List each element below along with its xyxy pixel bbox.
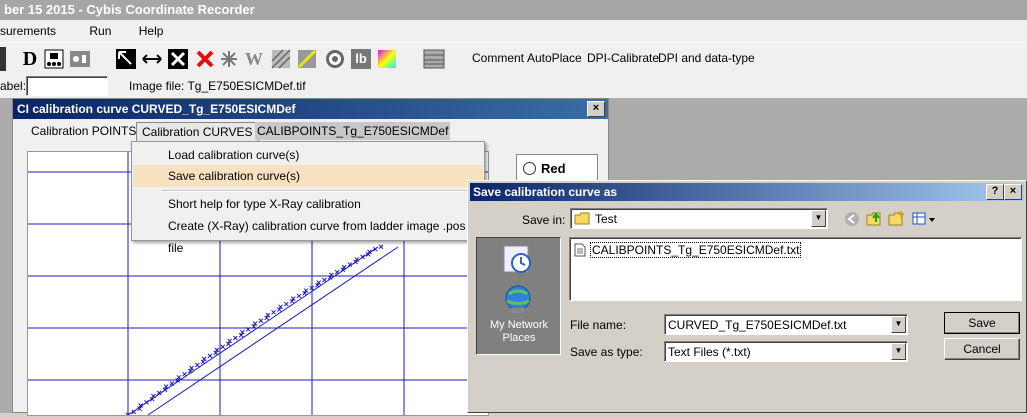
menu-separator: [162, 190, 480, 192]
main-title-text: ber 15 2015 - Cybis Coordinate Recorder: [4, 2, 255, 17]
new-folder-icon[interactable]: [888, 210, 906, 230]
hatch-tool-icon[interactable]: [270, 47, 292, 71]
lb-label: lb: [351, 49, 371, 69]
places-bar: My Network Places: [476, 237, 561, 355]
save-as-type-value: Text Files (*.txt): [668, 345, 751, 359]
pair-tool-icon[interactable]: [68, 47, 92, 71]
red-x-icon[interactable]: [194, 47, 216, 71]
save-button[interactable]: Save: [944, 312, 1020, 334]
text-file-icon: [574, 243, 586, 257]
target-icon[interactable]: [324, 47, 346, 71]
save-in-combo[interactable]: Test ▼: [570, 208, 828, 229]
dots-tool-icon[interactable]: [42, 47, 66, 71]
menu-calibration-points[interactable]: Calibration POINTS: [31, 121, 136, 141]
table-tool-icon[interactable]: [422, 47, 446, 71]
save-dialog-title-bar: Save calibration curve as ? ×: [470, 183, 1024, 201]
dpi-calibrate-link[interactable]: DPI-Calibrate: [587, 51, 659, 65]
calibration-curves-dropdown: Load calibration curve(s) Save calibrati…: [131, 141, 485, 255]
red-radio-button[interactable]: [523, 162, 536, 175]
calibration-point-marker: [296, 293, 302, 299]
view-menu-icon[interactable]: [912, 211, 936, 230]
calibration-title-bar: CI calibration curve CURVED_Tg_E750ESICM…: [13, 99, 608, 119]
main-title-bar: ber 15 2015 - Cybis Coordinate Recorder: [0, 0, 1027, 20]
calibration-point-marker: [258, 318, 264, 324]
file-list[interactable]: CALIBPOINTS_Tg_E750ESICMDef.txt: [569, 237, 1022, 301]
up-folder-icon[interactable]: [866, 210, 884, 230]
calibration-close-button[interactable]: ×: [587, 101, 605, 117]
save-in-label: Save in:: [522, 213, 566, 227]
calibration-point-marker: [334, 269, 340, 275]
dpi-data-type-link[interactable]: DPI and data-type: [658, 51, 755, 65]
calibration-point-marker: [220, 344, 226, 350]
menu-item-load-curve[interactable]: Load calibration curve(s): [133, 144, 483, 166]
menu-measurements[interactable]: surements: [0, 24, 56, 38]
file-list-item[interactable]: CALIBPOINTS_Tg_E750ESICMDef.txt: [574, 242, 802, 258]
menu-help[interactable]: Help: [139, 24, 164, 38]
calibration-point-marker: [194, 362, 200, 368]
label-caption: abel:: [0, 79, 27, 93]
toolbar-edge: [0, 47, 6, 71]
calibration-menubar: Calibration POINTS Calibration CURVES CA…: [13, 121, 608, 142]
chevron-down-icon[interactable]: ▼: [891, 343, 906, 360]
calibration-point-marker: [378, 244, 384, 250]
save-as-type-combo[interactable]: Text Files (*.txt) ▼: [664, 341, 908, 362]
save-dialog-title: Save calibration curve as: [473, 185, 618, 199]
comment-link[interactable]: Comment: [472, 51, 524, 65]
network-places-icon[interactable]: [499, 284, 537, 317]
lb-tool-button[interactable]: lb: [350, 47, 372, 71]
save-dialog: Save calibration curve as ? × Save in: T…: [467, 180, 1027, 413]
folder-icon: [574, 212, 590, 228]
calibration-point-marker: [271, 309, 276, 315]
menu-item-short-help[interactable]: Short help for type X-Ray calibration: [133, 193, 483, 215]
calibration-point-marker: [207, 353, 213, 359]
diagonal-tool-icon[interactable]: [296, 47, 318, 71]
chevron-down-icon[interactable]: ▼: [811, 210, 826, 227]
menu-item-save-curve[interactable]: Save calibration curve(s): [133, 165, 483, 187]
color-palette-icon[interactable]: [376, 47, 398, 71]
save-as-type-label: Save as type:: [570, 345, 643, 359]
save-in-value: Test: [595, 212, 618, 226]
cancel-button[interactable]: Cancel: [944, 338, 1020, 360]
main-toolbar: D W lb Comment AutoPlace DPI-Calibrate D…: [0, 42, 1027, 75]
w-tool-button[interactable]: W: [244, 47, 264, 71]
menu-calibpoints-file[interactable]: CALIBPOINTS_Tg_E750ESICMDef: [255, 122, 451, 140]
menu-run[interactable]: Run: [89, 24, 111, 38]
file-name-combo[interactable]: CURVED_Tg_E750ESICMDef.txt ▼: [664, 314, 908, 335]
network-places-label[interactable]: My Network Places: [483, 319, 555, 345]
reference-line: [147, 246, 399, 416]
menu-calibration-curves[interactable]: Calibration CURVES: [136, 122, 259, 142]
help-button[interactable]: ?: [986, 184, 1004, 200]
calibration-point-marker: [182, 371, 187, 377]
calibration-point-marker: [144, 400, 149, 405]
calibration-title-text: CI calibration curve CURVED_Tg_E750ESICM…: [17, 102, 296, 116]
file-name-text: CALIBPOINTS_Tg_E750ESICMDef.txt: [590, 242, 802, 258]
calibration-point-marker: [283, 301, 289, 307]
menu-item-create-curve[interactable]: Create (X-Ray) calibration curve from la…: [133, 215, 483, 255]
back-icon[interactable]: [844, 211, 860, 230]
double-arrow-icon[interactable]: [140, 47, 164, 71]
red-radio-label: Red: [541, 161, 566, 176]
file-name-input[interactable]: CURVED_Tg_E750ESICMDef.txt: [668, 318, 847, 332]
d-tool-button[interactable]: D: [20, 47, 40, 71]
image-file-text: Image file: Tg_E750ESICMDef.tif: [129, 79, 306, 93]
calibration-point-marker: [322, 277, 327, 283]
asterisk-icon[interactable]: [218, 47, 240, 71]
file-name-label: File name:: [570, 318, 627, 332]
save-dialog-close-button[interactable]: ×: [1004, 184, 1022, 200]
chevron-down-icon[interactable]: ▼: [891, 316, 906, 333]
recent-places-icon[interactable]: [501, 244, 535, 277]
x-box-icon[interactable]: [166, 47, 190, 71]
label-row: abel: Image file: Tg_E750ESICMDef.tif: [0, 74, 1027, 98]
arrow-tool-icon[interactable]: [114, 47, 138, 71]
calibration-point-marker: [233, 335, 238, 341]
label-input[interactable]: [26, 76, 108, 96]
main-menubar: surements Run Help: [0, 20, 1027, 42]
autoplace-link[interactable]: AutoPlace: [527, 51, 582, 65]
